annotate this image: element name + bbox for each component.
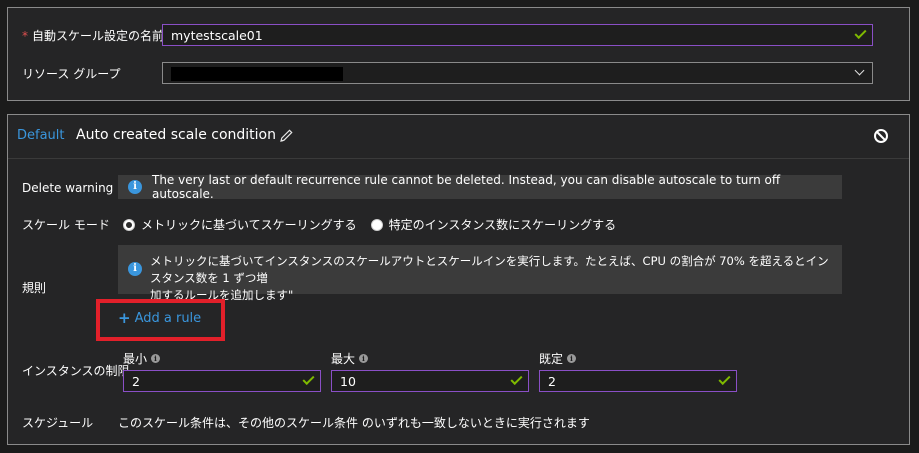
autoscale-settings-panel: * 自動スケール設定の名前 mytestscale01 リソース グループ: [7, 7, 910, 101]
required-marker: *: [22, 29, 28, 43]
condition-name: Auto created scale condition: [76, 127, 276, 143]
redacted-block: [171, 66, 343, 81]
check-icon: [718, 372, 731, 386]
max-instances-input[interactable]: 10: [331, 370, 529, 392]
resource-group-label: リソース グループ: [22, 67, 121, 81]
radio-button[interactable]: [370, 218, 383, 231]
autoscale-name-value: mytestscale01: [171, 27, 263, 43]
instance-limits-label: インスタンスの制限: [22, 364, 130, 378]
plus-icon: +: [118, 309, 131, 327]
disable-icon[interactable]: [874, 129, 888, 143]
rules-info-box: i メトリックに基づいてインスタンスのスケールアウトとスケールインを実行します。…: [118, 245, 842, 302]
max-label: 最大 i: [331, 350, 369, 367]
resource-group-select[interactable]: [162, 62, 873, 84]
scale-condition-header: Default Auto created scale condition: [8, 115, 909, 159]
info-icon: i: [567, 354, 577, 363]
resource-group-value: [171, 65, 856, 81]
schedule-label: スケジュール: [22, 416, 94, 430]
schedule-text: このスケール条件は、その他のスケール条件 のいずれも一致しないときに実行されます: [118, 416, 590, 430]
info-icon: i: [128, 262, 142, 276]
check-icon: [854, 26, 867, 40]
rules-info-text: メトリックに基づいてインスタンスのスケールアウトとスケールインを実行します。たと…: [150, 254, 829, 302]
edit-pencil-icon[interactable]: [278, 128, 294, 144]
chevron-down-icon: [854, 65, 865, 76]
autoscale-name-input[interactable]: mytestscale01: [162, 24, 873, 46]
rules-label: 規則: [22, 281, 47, 295]
scale-mode-label: スケール モード: [22, 218, 110, 232]
check-icon: [510, 372, 523, 386]
default-label: Default: [17, 128, 65, 143]
info-icon: i: [128, 180, 142, 194]
radio-scale-to-instance-count[interactable]: 特定のインスタンス数にスケーリングする: [370, 216, 616, 233]
scale-mode-radio-group: メトリックに基づいてスケーリングする 特定のインスタンス数にスケーリングする: [123, 216, 630, 233]
add-rule-button[interactable]: + Add a rule: [118, 309, 201, 327]
min-instances-input[interactable]: 2: [123, 370, 321, 392]
radio-scale-by-metric[interactable]: メトリックに基づいてスケーリングする: [123, 216, 357, 233]
default-instances-input[interactable]: 2: [539, 370, 737, 392]
check-icon: [302, 372, 315, 386]
info-icon: i: [359, 354, 369, 363]
info-icon: i: [151, 354, 161, 363]
delete-warning-box: i The very last or default recurrence ru…: [118, 173, 842, 201]
delete-warning-text: The very last or default recurrence rule…: [152, 173, 781, 201]
autoscale-name-label: * 自動スケール設定の名前: [22, 29, 165, 43]
radio-button-selected[interactable]: [123, 218, 135, 231]
delete-warning-label: Delete warning: [22, 181, 114, 195]
default-count-label: 既定 i: [539, 350, 577, 367]
min-label: 最小 i: [123, 350, 161, 367]
scale-condition-panel: Default Auto created scale condition Del…: [7, 114, 910, 445]
